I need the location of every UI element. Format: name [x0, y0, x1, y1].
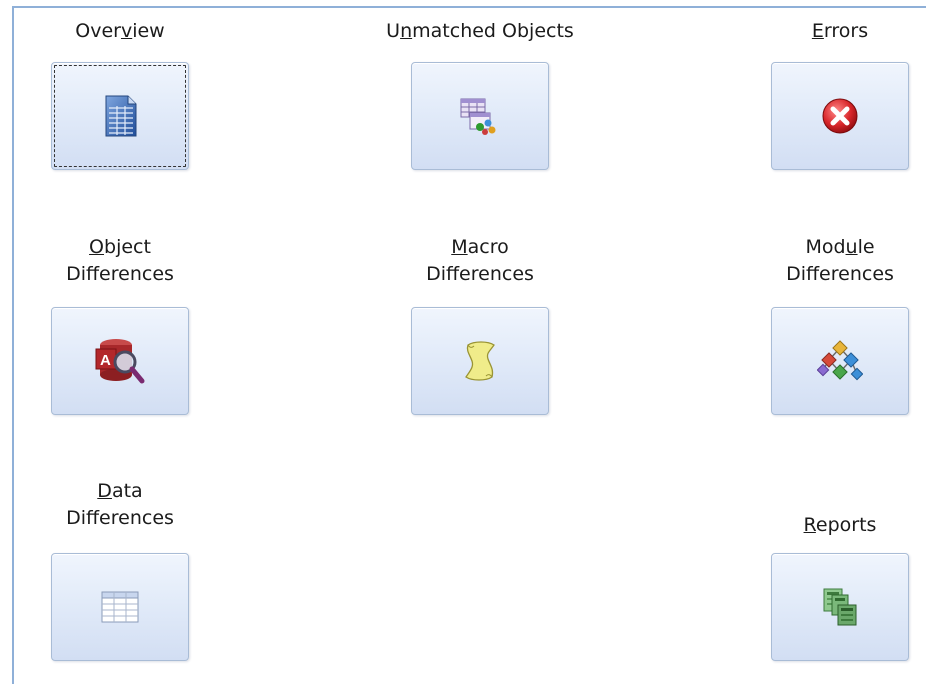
reports-button[interactable]	[771, 553, 909, 661]
table-relationship-icon	[460, 98, 496, 135]
overview-label: Overview	[75, 20, 165, 42]
object-differences-label: Object Differences	[66, 236, 174, 285]
errors-button[interactable]	[771, 62, 909, 170]
document-table-icon	[105, 95, 137, 137]
svg-text:A: A	[100, 352, 111, 369]
unmatched-objects-button[interactable]	[411, 62, 549, 170]
red-x-error-icon	[822, 98, 858, 134]
macro-differences-button[interactable]	[411, 307, 549, 415]
data-differences-label: Data Differences	[66, 480, 174, 529]
overview-button[interactable]	[51, 62, 189, 170]
green-report-icon	[823, 588, 857, 626]
scroll-macro-icon	[465, 341, 495, 381]
unmatched-objects-label: Unmatched Objects	[386, 20, 574, 42]
reports-label: Reports	[803, 514, 877, 536]
data-differences-button[interactable]	[51, 553, 189, 661]
object-differences-button[interactable]: A	[51, 307, 189, 415]
module-differences-label: Module Differences	[786, 236, 894, 285]
module-diagram-icon	[817, 340, 863, 381]
access-magnifier-icon: A	[95, 339, 145, 384]
datasheet-grid-icon	[101, 591, 139, 623]
macro-differences-label: Macro Differences	[426, 236, 534, 285]
errors-label: Errors	[811, 20, 869, 42]
module-differences-button[interactable]	[771, 307, 909, 415]
